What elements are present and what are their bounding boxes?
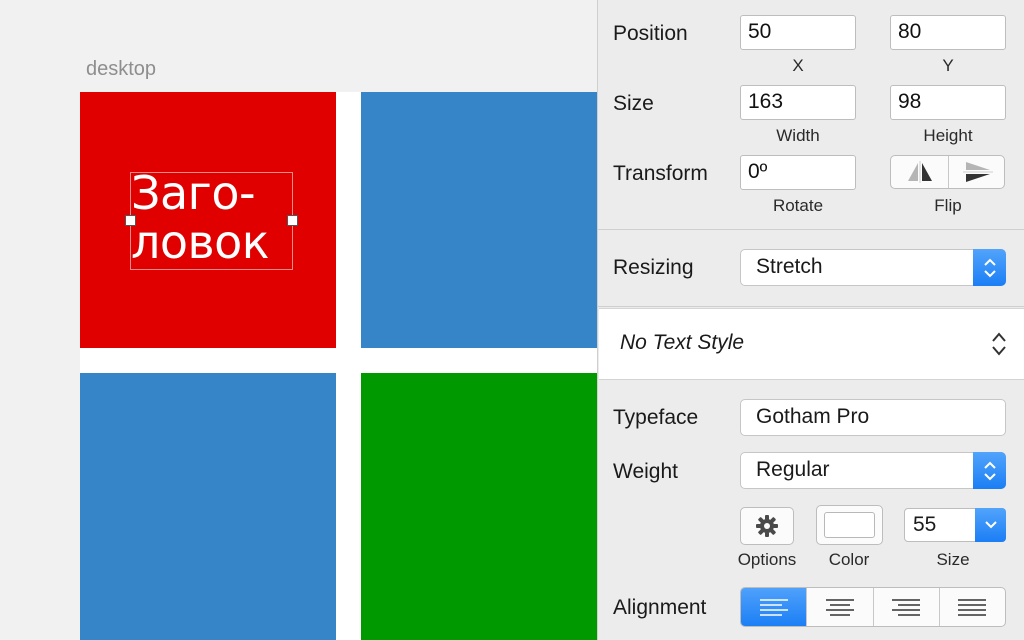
flip-button-group	[890, 155, 1005, 189]
color-caption: Color	[828, 550, 870, 569]
align-center-icon	[825, 599, 854, 616]
position-y-field[interactable]: 80	[890, 15, 1006, 50]
align-right-button[interactable]	[872, 588, 939, 626]
resizing-value: Stretch	[756, 255, 823, 278]
alignment-label: Alignment	[613, 596, 707, 619]
flip-horizontal-icon[interactable]	[891, 156, 948, 188]
color-swatch	[824, 512, 875, 538]
position-x-caption: X	[792, 56, 804, 75]
blue-rectangle-bottom[interactable]	[80, 373, 336, 640]
stepper-chevrons-icon[interactable]	[991, 331, 1007, 362]
typeface-label: Typeface	[613, 406, 699, 429]
font-size-combobox[interactable]: 55	[904, 508, 1006, 542]
resize-handle-right[interactable]	[287, 215, 298, 226]
resizing-label: Resizing	[613, 256, 694, 279]
position-x-field[interactable]: 50	[740, 15, 856, 50]
align-justify-icon	[958, 599, 987, 616]
gear-icon	[755, 514, 779, 543]
resizing-select[interactable]: Stretch	[740, 249, 1006, 286]
rotate-caption: Rotate	[772, 196, 824, 215]
green-rectangle[interactable]	[361, 373, 597, 640]
alignment-segmented-control	[740, 587, 1006, 627]
selected-text-layer[interactable]: Заго- ловок	[125, 169, 298, 270]
weight-label: Weight	[613, 460, 678, 483]
align-left-icon	[759, 599, 788, 616]
weight-select[interactable]: Regular	[740, 452, 1006, 489]
text-style-select[interactable]: No Text Style	[599, 308, 1024, 380]
weight-value: Regular	[756, 458, 830, 481]
canvas-area[interactable]: desktop Заго- ловок	[0, 0, 597, 640]
text-style-value: No Text Style	[620, 331, 745, 354]
inspector-panel: Position 50 80 X Y Size 163 98 Width Hei…	[597, 0, 1024, 640]
chevron-down-icon[interactable]	[975, 508, 1006, 542]
font-size-value: 55	[913, 513, 937, 536]
artboard-label[interactable]: desktop	[86, 58, 156, 81]
heading-text[interactable]: Заго- ловок	[131, 169, 306, 267]
size-label: Size	[613, 92, 654, 115]
position-y-caption: Y	[942, 56, 954, 75]
section-divider	[598, 229, 1024, 230]
height-caption: Height	[923, 126, 973, 145]
typeface-field[interactable]: Gotham Pro	[740, 399, 1006, 436]
flip-vertical-icon[interactable]	[949, 156, 1006, 188]
width-field[interactable]: 163	[740, 85, 856, 120]
section-divider	[598, 306, 1024, 307]
resize-handle-left[interactable]	[125, 215, 136, 226]
transform-label: Transform	[613, 162, 708, 185]
position-label: Position	[613, 22, 688, 45]
flip-caption: Flip	[934, 196, 962, 215]
text-color-button[interactable]	[816, 505, 883, 545]
stepper-chevrons-icon[interactable]	[973, 249, 1006, 286]
options-caption: Options	[737, 550, 797, 569]
stepper-chevrons-icon[interactable]	[973, 452, 1006, 489]
blue-rectangle-top[interactable]	[361, 92, 597, 348]
rotate-field[interactable]: 0º	[740, 155, 856, 190]
align-right-icon	[892, 599, 921, 616]
size-caption: Size	[936, 550, 970, 569]
align-center-button[interactable]	[806, 588, 872, 626]
align-left-button[interactable]	[741, 588, 807, 626]
text-options-button[interactable]	[740, 507, 794, 545]
width-caption: Width	[776, 126, 820, 145]
height-field[interactable]: 98	[890, 85, 1006, 120]
align-justify-button[interactable]	[938, 588, 1005, 626]
